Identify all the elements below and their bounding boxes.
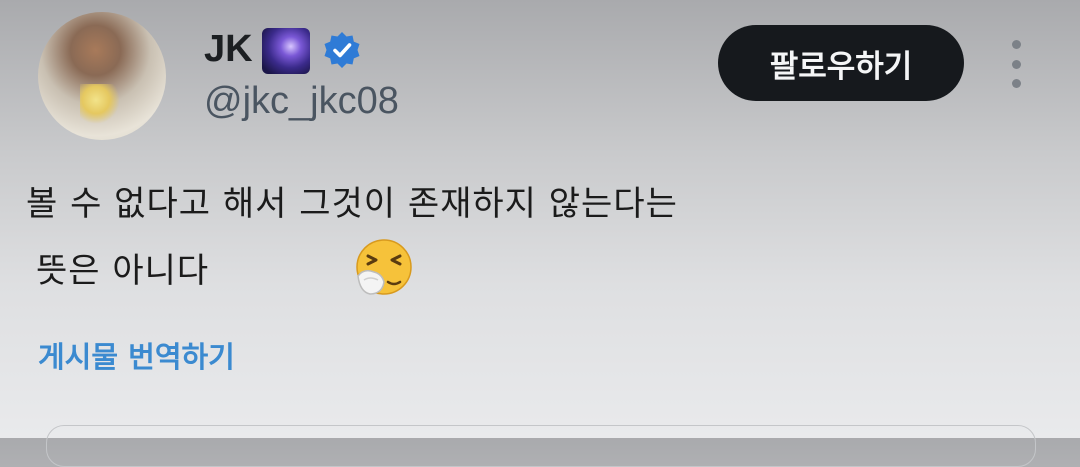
user-handle[interactable]: @jkc_jkc08	[204, 80, 399, 123]
avatar[interactable]	[38, 12, 166, 140]
more-dot	[1011, 59, 1021, 69]
galaxy-emoji-icon	[262, 28, 310, 74]
more-vertical-icon[interactable]	[1002, 40, 1030, 88]
quoted-card-edge	[46, 425, 1036, 467]
sneezing-face-emoji-icon	[356, 239, 412, 295]
avatar-flowers	[80, 84, 120, 124]
more-dot	[1011, 79, 1021, 88]
verified-badge-icon	[324, 32, 360, 68]
post-text-line1: 볼 수 없다고 해서 그것이 존재하지 않는다는	[26, 184, 678, 224]
translate-post-link[interactable]: 게시물 번역하기	[38, 334, 235, 376]
follow-button[interactable]: 팔로우하기	[718, 25, 964, 101]
display-name[interactable]: JK	[204, 28, 253, 71]
post-text-line2: 뜻은 아니다	[36, 251, 210, 291]
more-dot	[1011, 40, 1021, 49]
